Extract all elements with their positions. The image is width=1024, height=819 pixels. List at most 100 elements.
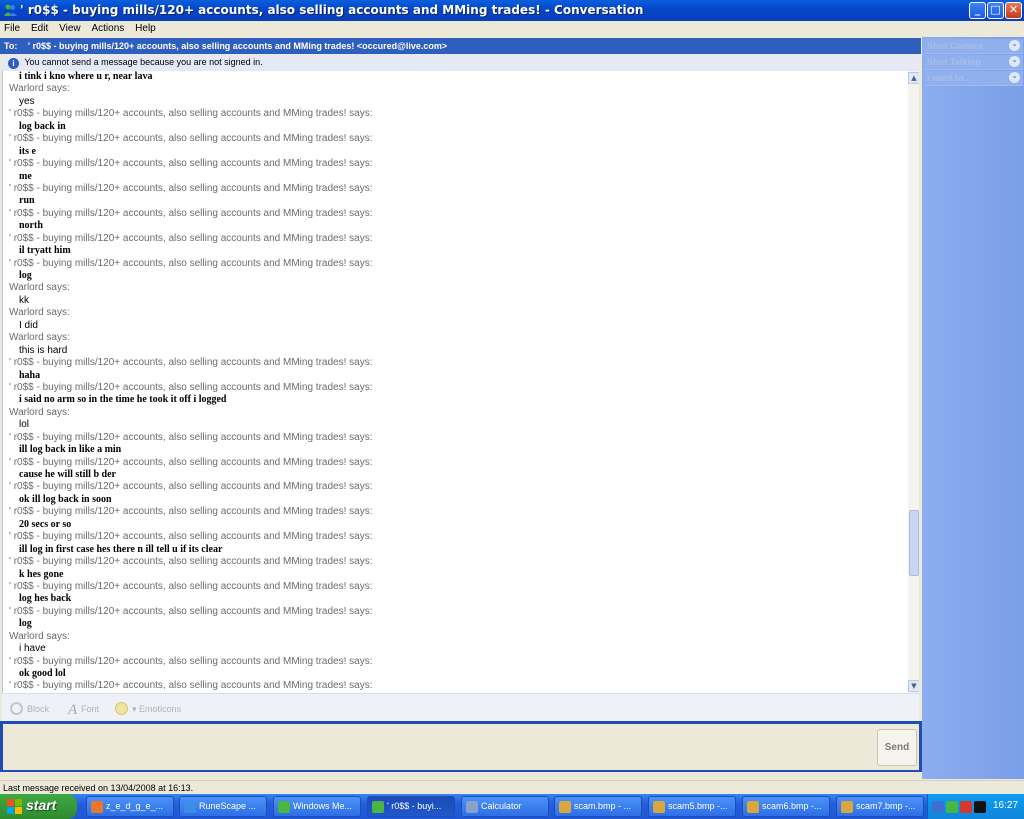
block-label: Block: [27, 704, 50, 714]
message-text: ok good lol: [19, 668, 66, 679]
scroll-down-arrow-icon[interactable]: ▼: [908, 680, 919, 692]
message-sender: ' r0$$ - buying mills/120+ accounts, als…: [9, 381, 373, 393]
scrollbar-thumb[interactable]: [909, 510, 919, 576]
message-text: cause he will still b der: [19, 469, 116, 480]
message-text: I did: [19, 319, 38, 331]
conversation-pane[interactable]: i tink i kno where u r, near lava Warlord…: [2, 71, 919, 693]
activity-pane: Start Camera ⌄ Start Talking ⌄ I want to…: [922, 37, 1024, 779]
message-text: kk: [19, 294, 29, 306]
message-sender: Warlord says:: [9, 282, 70, 294]
messenger-icon: [4, 4, 17, 16]
taskbar-item-label: Calculator: [481, 801, 522, 811]
message-input[interactable]: [3, 724, 919, 770]
send-button[interactable]: Send: [877, 729, 917, 766]
font-label: Font: [81, 704, 100, 714]
close-button[interactable]: ✕: [1005, 2, 1022, 19]
messenger-icon: [372, 801, 384, 813]
recipient-name[interactable]: ' r0$$ - buying mills/120+ accounts, als…: [28, 41, 447, 51]
message-sender: ' r0$$ - buying mills/120+ accounts, als…: [9, 158, 373, 170]
app-root: ' r0$$ - buying mills/120+ accounts, als…: [0, 0, 1024, 819]
taskbar-item[interactable]: Calculator: [461, 796, 549, 817]
info-banner: i You cannot send a message because you …: [2, 55, 919, 71]
message-sender: ' r0$$ - buying mills/120+ accounts, als…: [9, 580, 373, 592]
antivirus-tray-icon[interactable]: [960, 801, 972, 813]
window-title: ' r0$$ - buying mills/120+ accounts, als…: [20, 3, 644, 17]
menu-bar: File Edit View Actions Help: [0, 21, 1024, 38]
message-sender: ' r0$$ - buying mills/120+ accounts, als…: [9, 257, 373, 269]
taskbar-item[interactable]: scam.bmp - ...: [554, 796, 642, 817]
taskbar-item-label: z_e_d_g_e_...: [106, 801, 164, 811]
start-button[interactable]: start: [0, 794, 77, 819]
taskbar-item[interactable]: RuneScape ...: [179, 796, 267, 817]
paint-icon: [653, 801, 665, 813]
message-text: i said no arm so in the time he took it …: [19, 394, 227, 406]
i-want-to-label: I want to...: [927, 73, 971, 83]
taskbar-item-label: scam6.bmp -...: [762, 801, 822, 811]
scroll-up-arrow-icon[interactable]: ▲: [908, 72, 919, 84]
message-sender: ' r0$$ - buying mills/120+ accounts, als…: [9, 531, 373, 543]
font-icon: A: [68, 702, 78, 718]
chevron-down-icon: ⌄: [1009, 40, 1020, 51]
message-text: log: [19, 270, 32, 281]
message-text: 20 secs or so: [19, 518, 72, 530]
message-sender: ' r0$$ - buying mills/120+ accounts, als…: [9, 506, 373, 518]
paint-icon: [841, 801, 853, 813]
font-button[interactable]: A Font: [68, 702, 99, 719]
message-sender: ' r0$$ - buying mills/120+ accounts, als…: [9, 680, 373, 692]
message-sender: ' r0$$ - buying mills/120+ accounts, als…: [9, 232, 373, 244]
clock: 16:27: [993, 800, 1019, 811]
message-sender: Warlord says:: [9, 307, 70, 319]
menu-edit[interactable]: Edit: [27, 21, 52, 34]
message-text: log back in: [19, 120, 66, 132]
menu-view[interactable]: View: [55, 21, 85, 34]
message-text: k hes gone: [19, 568, 64, 580]
maximize-button[interactable]: □: [987, 2, 1004, 19]
message-sender: ' r0$$ - buying mills/120+ accounts, als…: [9, 556, 373, 568]
message-text: yes: [19, 95, 35, 107]
taskbar-item[interactable]: scam5.bmp -...: [648, 796, 736, 817]
ventrilo-tray-icon[interactable]: [974, 801, 986, 813]
recipient-bar: To: ' r0$$ - buying mills/120+ accounts,…: [0, 38, 921, 54]
messenger-icon: [278, 801, 290, 813]
chevron-down-icon: ⌄: [1009, 56, 1020, 67]
message-text: i tink i kno where u r, near lava: [19, 71, 153, 82]
emoticons-dropdown-arrow-icon: ▾: [132, 704, 137, 714]
taskbar-item[interactable]: ' r0$$ - buyi...: [367, 796, 455, 817]
menu-file[interactable]: File: [0, 21, 24, 34]
message-text: ill log in first case hes there n ill te…: [19, 543, 223, 555]
message-text: run: [19, 195, 35, 207]
taskbar-item[interactable]: scam7.bmp -...: [836, 796, 924, 817]
message-text: i have: [19, 643, 46, 655]
message-sender: ' r0$$ - buying mills/120+ accounts, als…: [9, 605, 373, 617]
vertical-scrollbar[interactable]: ▲ ▼: [908, 71, 919, 693]
start-camera-item[interactable]: Start Camera ⌄: [925, 39, 1023, 54]
ie-icon: [184, 801, 196, 813]
message-sender: Warlord says:: [9, 83, 70, 95]
chevron-down-icon: ⌄: [1009, 72, 1020, 83]
taskbar-item[interactable]: Windows Me...: [273, 796, 361, 817]
title-bar[interactable]: ' r0$$ - buying mills/120+ accounts, als…: [0, 0, 1024, 21]
menu-actions[interactable]: Actions: [87, 21, 128, 34]
status-bar: Last message received on 13/04/2008 at 1…: [0, 780, 1024, 794]
message-list: i tink i kno where u r, near lava Warlord…: [3, 71, 906, 693]
message-sender: Warlord says:: [9, 406, 70, 418]
taskbar-item[interactable]: scam6.bmp -...: [742, 796, 830, 817]
block-button[interactable]: Block: [10, 702, 49, 715]
menu-help[interactable]: Help: [131, 21, 160, 34]
start-talking-label: Start Talking: [927, 57, 981, 67]
message-sender: Warlord says:: [9, 332, 70, 344]
minimize-button[interactable]: _: [969, 2, 986, 19]
message-sender: ' r0$$ - buying mills/120+ accounts, als…: [9, 431, 373, 443]
i-want-to-item[interactable]: I want to... ⌄: [925, 71, 1023, 86]
message-sender: ' r0$$ - buying mills/120+ accounts, als…: [9, 481, 373, 493]
to-label: To:: [4, 41, 18, 51]
start-talking-item[interactable]: Start Talking ⌄: [925, 55, 1023, 70]
message-sender: ' r0$$ - buying mills/120+ accounts, als…: [9, 357, 373, 369]
messenger-tray-icon[interactable]: [946, 801, 958, 813]
message-text: il tryatt him: [19, 245, 71, 257]
tray-arrow-icon[interactable]: [932, 801, 944, 813]
format-toolbar: Block A Font ▾ Emoticons: [2, 693, 919, 721]
info-text: You cannot send a message because you ar…: [24, 57, 263, 67]
taskbar-item[interactable]: z_e_d_g_e_...: [86, 796, 174, 817]
emoticons-button[interactable]: ▾ Emoticons: [115, 702, 181, 715]
